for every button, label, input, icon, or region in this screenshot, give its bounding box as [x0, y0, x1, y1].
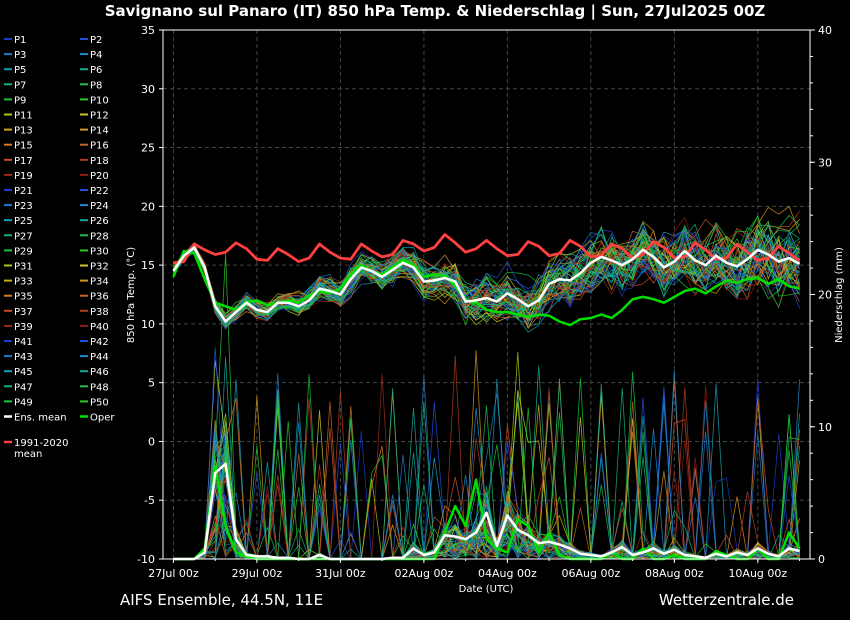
legend-entry: P30: [90, 246, 109, 257]
legend-entry: P10: [90, 95, 109, 106]
x-tick-label: 31Jul 00z: [315, 567, 366, 580]
y2-tick-label: 40: [818, 24, 832, 37]
legend-entry: P39: [14, 322, 33, 333]
legend-entry: P21: [14, 186, 33, 197]
legend-entry: P27: [14, 231, 33, 242]
legend-entry: P12: [90, 111, 109, 122]
legend-entry: P44: [90, 352, 109, 363]
legend-entry: P35: [14, 292, 33, 303]
x-tick-label: 08Aug 00z: [645, 567, 704, 580]
legend-entry-climatology: 1991-2020 mean: [14, 438, 69, 460]
legend-entry: P42: [90, 337, 109, 348]
x-axis: 27Jul 00z 29Jul 00z 31Jul 00z 02Aug 00z 04Au…: [148, 559, 801, 580]
y-tick-label: 20: [141, 200, 155, 213]
y-tick-label: 5: [148, 377, 155, 390]
legend-entry: P6: [90, 65, 102, 76]
y-axis-label: 850 hPa Temp. (°C): [126, 247, 137, 343]
legend-entry: P43: [14, 352, 33, 363]
legend-entry: P20: [90, 171, 109, 182]
legend-entry: P17: [14, 156, 33, 167]
legend-entry: P40: [90, 322, 109, 333]
legend-entry: P32: [90, 262, 109, 273]
legend-entry: P16: [90, 141, 109, 152]
legend-entry: P11: [14, 111, 33, 122]
legend: P1 P2 P3 P4 P5 P6 P7 P8 P9 P10 P11 P12 P13 P14 P15 P16 P…: [4, 35, 115, 460]
legend-entry: P23: [14, 201, 33, 212]
legend-entry: P22: [90, 186, 109, 197]
x-tick-label: 27Jul 00z: [148, 567, 199, 580]
legend-entry: P3: [14, 50, 26, 61]
y2-axis: 40 30 20 10 0: [810, 24, 832, 566]
y2-axis-label: Niederschlag (mm): [834, 247, 845, 343]
meteogram-chart: Savignano sul Panaro (IT) 850 hPa Temp. …: [4, 2, 845, 609]
legend-entry: P41: [14, 337, 33, 348]
legend-entry: P29: [14, 246, 33, 257]
legend-entry: P24: [90, 201, 109, 212]
legend-entry: P37: [14, 307, 33, 318]
legend-entry: P49: [14, 397, 33, 408]
legend-entry: P25: [14, 216, 33, 227]
y-tick-label: 10: [141, 318, 155, 331]
legend-entry: P19: [14, 171, 33, 182]
x-axis-label: Date (UTC): [459, 584, 514, 595]
y-axis: 35 30 25 20 15 10 5 0 -5 -10: [137, 24, 163, 566]
y-tick-label: 25: [141, 142, 155, 155]
y2-tick-label: 20: [818, 289, 832, 302]
legend-entry: P34: [90, 277, 109, 288]
x-tick-label: 29Jul 00z: [232, 567, 283, 580]
legend-entry: P48: [90, 382, 109, 393]
legend-entry: P26: [90, 216, 109, 227]
legend-entry: P47: [14, 382, 33, 393]
legend-entry: P46: [90, 367, 109, 378]
x-tick-label: 10Aug 00z: [728, 567, 787, 580]
legend-entry: P38: [90, 307, 109, 318]
x-tick-label: 06Aug 00z: [561, 567, 620, 580]
legend-entry: P14: [90, 126, 109, 137]
legend-entry: P36: [90, 292, 109, 303]
legend-entry: P18: [90, 156, 109, 167]
chart-title: Savignano sul Panaro (IT) 850 hPa Temp. …: [105, 2, 766, 21]
legend-entry: P4: [90, 50, 102, 61]
y2-tick-label: 10: [818, 421, 832, 434]
y-tick-label: 35: [141, 24, 155, 37]
y-tick-label: -5: [144, 494, 155, 507]
footer-source: Wetterzentrale.de: [659, 591, 794, 609]
legend-entry: P28: [90, 231, 109, 242]
legend-entry: P33: [14, 277, 33, 288]
legend-entry: P9: [14, 95, 26, 106]
y-tick-label: 30: [141, 83, 155, 96]
legend-entry: P8: [90, 80, 102, 91]
y-tick-label: 15: [141, 259, 155, 272]
legend-entry: P13: [14, 126, 33, 137]
legend-entry: P7: [14, 80, 26, 91]
y-tick-label: -10: [137, 553, 155, 566]
legend-entry: P5: [14, 65, 26, 76]
legend-entry-oper: Oper: [90, 413, 115, 424]
y2-tick-label: 0: [818, 553, 825, 566]
legend-entry: P45: [14, 367, 33, 378]
legend-entry-ens-mean: Ens. mean: [14, 413, 67, 424]
legend-entry: P1: [14, 35, 26, 46]
legend-entry: P31: [14, 262, 33, 273]
y-tick-label: 0: [148, 435, 155, 448]
x-tick-label: 04Aug 00z: [478, 567, 537, 580]
legend-entry: P15: [14, 141, 33, 152]
legend-entry: P2: [90, 35, 102, 46]
legend-entry: P50: [90, 397, 109, 408]
x-tick-label: 02Aug 00z: [395, 567, 454, 580]
y2-tick-label: 30: [818, 156, 832, 169]
footer-model-info: AIFS Ensemble, 44.5N, 11E: [120, 591, 323, 609]
